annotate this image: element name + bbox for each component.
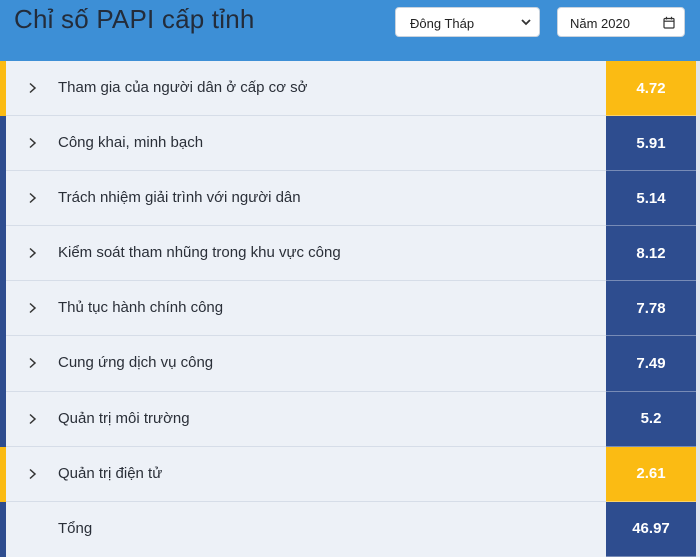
indicator-label: Công khai, minh bạch xyxy=(58,134,204,152)
indicator-label: Kiểm soát tham nhũng trong khu vực công xyxy=(58,244,341,262)
page-title: Chỉ số PAPI cấp tỉnh xyxy=(14,4,255,34)
score-badge: 5.91 xyxy=(606,116,696,172)
year-picker-value: Năm 2020 xyxy=(570,16,630,31)
row-edge xyxy=(696,281,700,337)
total-row: Tổng 46.97 xyxy=(0,501,700,557)
indicator-label: Thủ tục hành chính công xyxy=(58,299,224,317)
score-badge: 7.49 xyxy=(606,336,696,392)
papi-app: Chỉ số PAPI cấp tỉnh Đông Tháp Năm 2020 … xyxy=(0,0,700,557)
chevron-right-icon[interactable] xyxy=(28,192,37,204)
score-badge: 5.14 xyxy=(606,171,696,227)
indicator-row[interactable]: Cung ứng dịch vụ công 7.49 xyxy=(0,336,700,392)
row-content xyxy=(6,501,606,557)
province-select-value: Đông Tháp xyxy=(410,16,475,31)
row-edge xyxy=(696,501,700,557)
indicator-row[interactable]: Quản trị điện tử 2.61 xyxy=(0,446,700,502)
row-edge xyxy=(696,391,700,447)
indicator-row[interactable]: Kiểm soát tham nhũng trong khu vực công 8… xyxy=(0,226,700,282)
indicator-label: Cung ứng dịch vụ công xyxy=(58,354,214,372)
indicator-list: Tham gia của người dân ở cấp cơ sở 4.72 Cô… xyxy=(0,61,700,557)
chevron-right-icon[interactable] xyxy=(28,302,37,314)
row-edge xyxy=(696,446,700,502)
score-badge: 4.72 xyxy=(606,61,696,117)
total-score-badge: 46.97 xyxy=(606,501,696,557)
indicator-label: Trách nhiệm giải trình với người dân xyxy=(58,189,301,207)
year-picker[interactable]: Năm 2020 xyxy=(557,7,685,37)
header: Chỉ số PAPI cấp tỉnh Đông Tháp Năm 2020 xyxy=(0,0,700,61)
indicator-label: Tham gia của người dân ở cấp cơ sở xyxy=(58,79,308,96)
row-edge xyxy=(696,336,700,392)
row-edge xyxy=(696,171,700,227)
indicator-row[interactable]: Trách nhiệm giải trình với người dân 5.14 xyxy=(0,171,700,227)
score-badge: 5.2 xyxy=(606,391,696,447)
province-select[interactable]: Đông Tháp xyxy=(395,7,540,37)
row-edge xyxy=(696,116,700,172)
chevron-right-icon[interactable] xyxy=(28,137,37,149)
score-badge: 7.78 xyxy=(606,281,696,337)
indicator-row[interactable]: Tham gia của người dân ở cấp cơ sở 4.72 xyxy=(0,61,700,117)
chevron-right-icon[interactable] xyxy=(28,357,37,369)
chevron-down-icon xyxy=(521,19,531,26)
chevron-right-icon[interactable] xyxy=(28,82,37,94)
indicator-row[interactable]: Thủ tục hành chính công 7.78 xyxy=(0,281,700,337)
row-edge xyxy=(696,226,700,282)
calendar-icon xyxy=(663,16,675,29)
score-badge: 8.12 xyxy=(606,226,696,282)
chevron-right-icon[interactable] xyxy=(28,247,37,259)
indicator-row[interactable]: Công khai, minh bạch 5.91 xyxy=(0,116,700,172)
score-badge: 2.61 xyxy=(606,446,696,502)
indicator-label: Quản trị điện tử xyxy=(58,464,163,482)
row-edge xyxy=(696,61,700,117)
indicator-row[interactable]: Quản trị môi trường 5.2 xyxy=(0,391,700,447)
total-label: Tổng xyxy=(58,519,93,537)
chevron-right-icon[interactable] xyxy=(28,468,37,480)
indicator-label: Quản trị môi trường xyxy=(58,409,190,427)
chevron-right-icon[interactable] xyxy=(28,413,37,425)
